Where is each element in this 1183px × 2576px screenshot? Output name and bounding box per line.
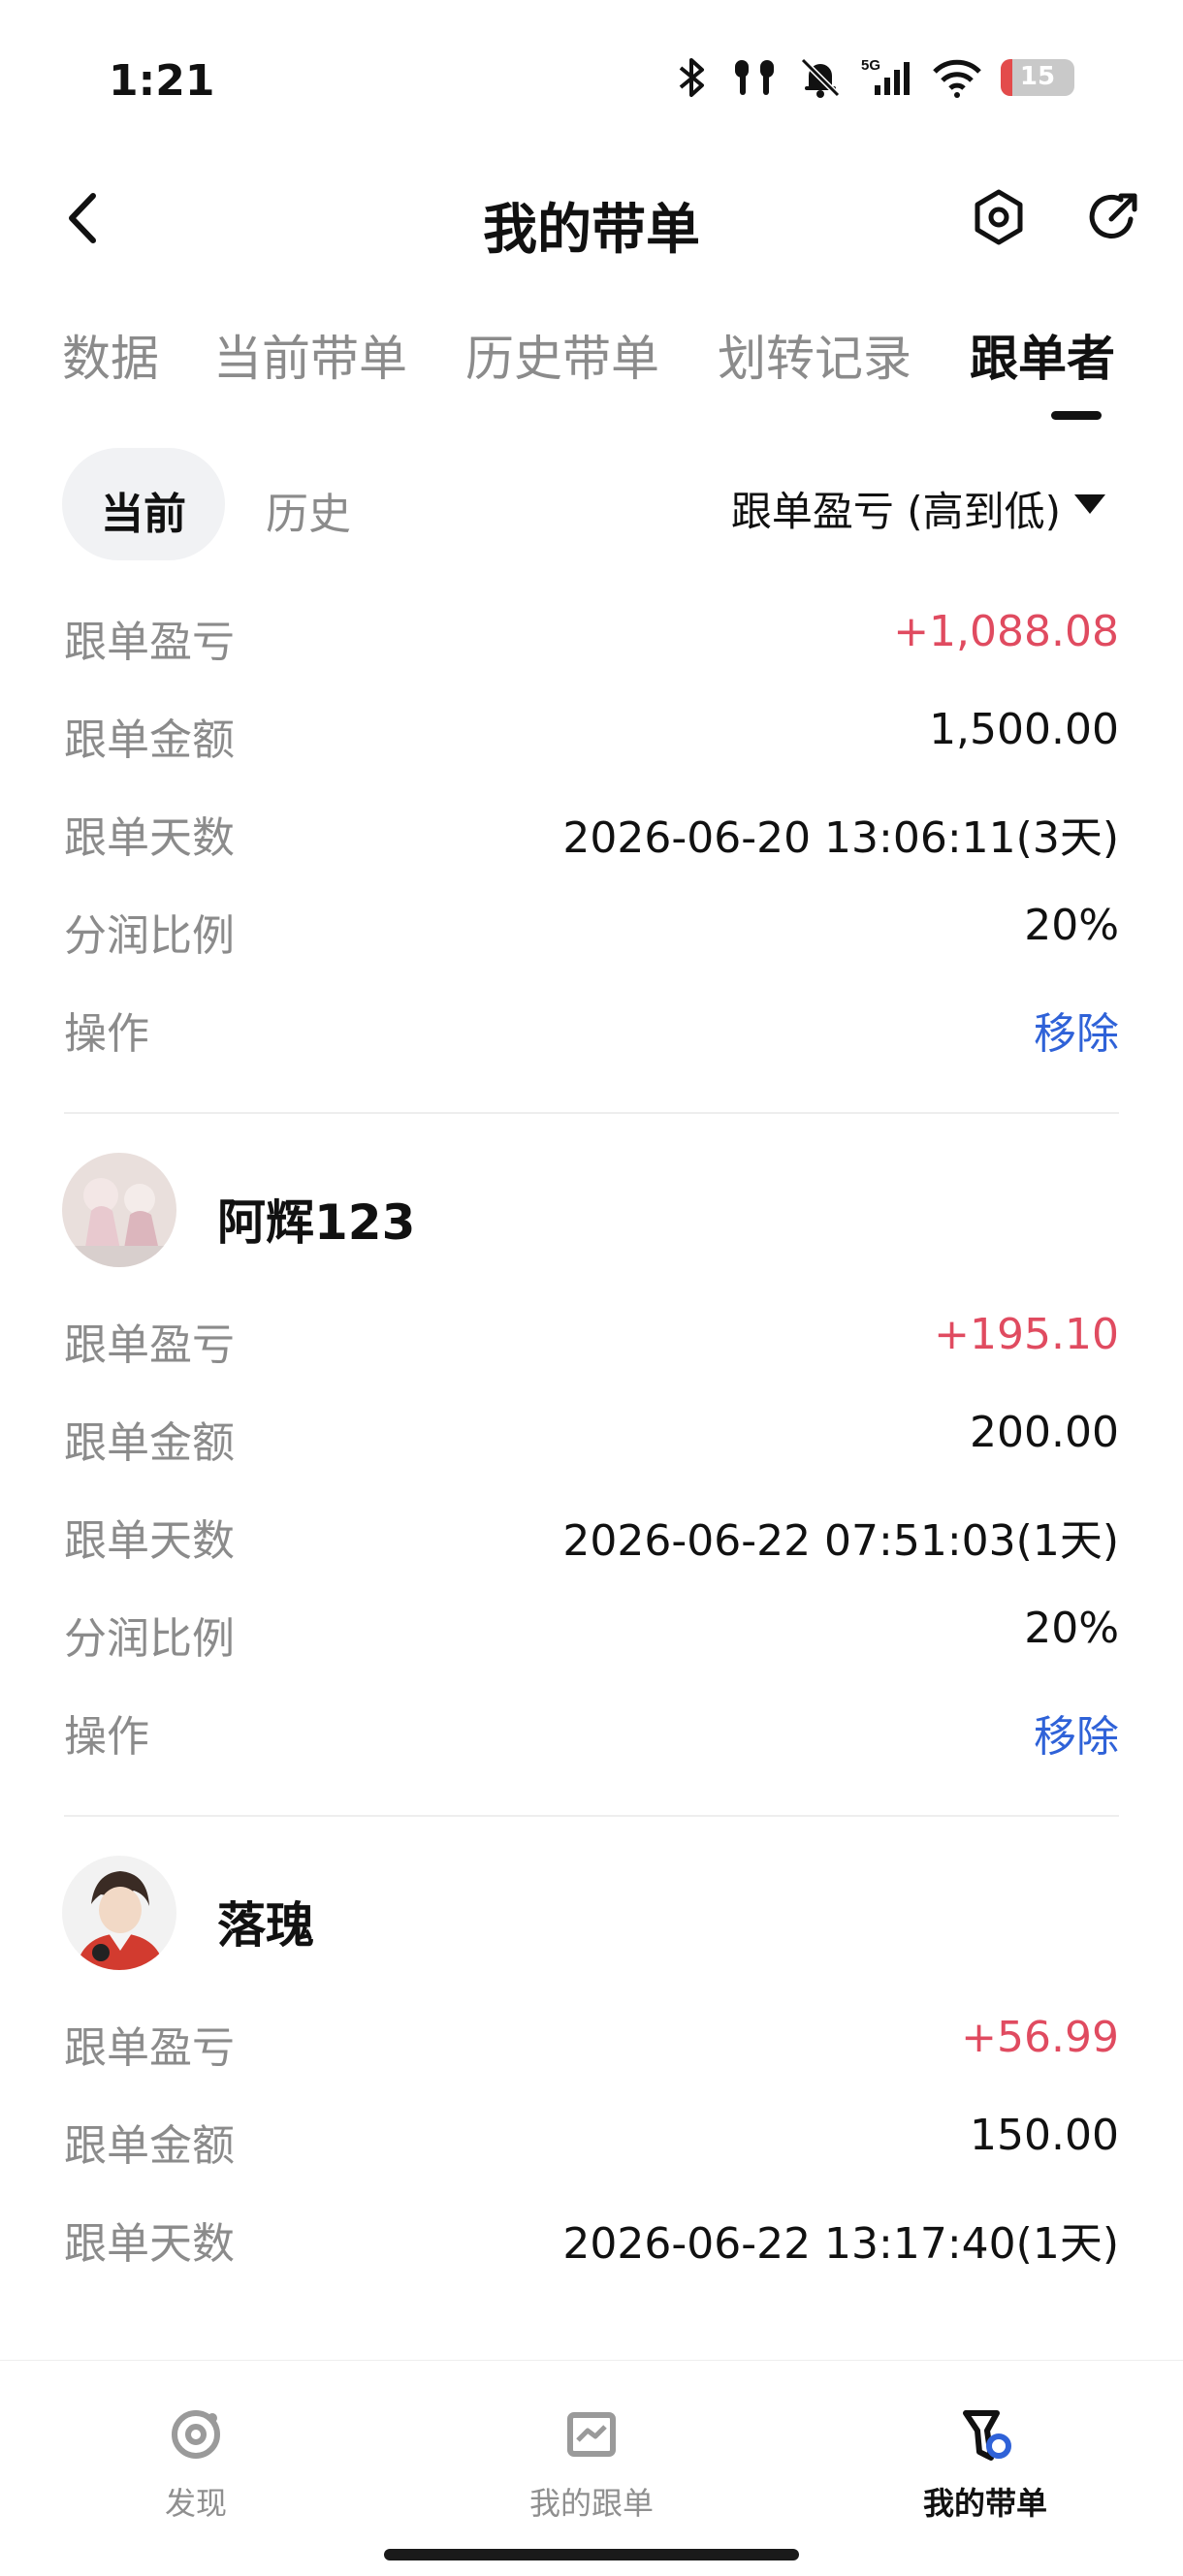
row-days: 跟单天数 2026-06-20 13:06:11(3天) xyxy=(0,779,1183,877)
pnl-value: +1,088.08 xyxy=(893,607,1119,656)
pnl-value: +195.10 xyxy=(934,1310,1119,1359)
nav-my-leading[interactable]: 我的带单 xyxy=(869,2403,1102,2524)
tab-followers[interactable]: 跟单者 xyxy=(970,320,1115,390)
days-value: 2026-06-22 13:17:40(1天) xyxy=(562,2219,1119,2269)
remove-button[interactable]: 移除 xyxy=(1034,999,1119,1061)
status-time: 1:21 xyxy=(109,56,215,106)
row-label: 操作 xyxy=(64,1712,149,1762)
nav-label: 我的带单 xyxy=(922,2485,1047,2522)
row-days: 跟单天数 2026-06-22 07:51:03(1天) xyxy=(0,1482,1183,1580)
row-action: 操作 移除 xyxy=(0,1678,1183,1776)
nav-label: 我的跟单 xyxy=(528,2485,654,2522)
sub-tab-history[interactable]: 历史 xyxy=(266,479,351,541)
signal-5g-icon: 5G xyxy=(861,57,910,95)
earbuds-icon xyxy=(735,60,774,95)
settings-icon[interactable] xyxy=(968,186,1030,248)
row-pnl: 跟单盈亏 +56.99 xyxy=(0,1989,1183,2087)
row-label: 分润比例 xyxy=(64,911,235,961)
tab-transfer-records[interactable]: 划转记录 xyxy=(718,320,911,390)
follower-header: 阿辉123 xyxy=(0,1114,1183,1287)
status-icons: 5G 15 xyxy=(673,56,1074,99)
bottom-nav: 发现 我的跟单 我的带单 xyxy=(0,2360,1183,2576)
row-label: 操作 xyxy=(64,1009,149,1059)
row-label: 跟单金额 xyxy=(64,716,235,765)
nav-label: 发现 xyxy=(164,2485,227,2522)
wifi-icon xyxy=(933,59,981,98)
remove-button[interactable]: 移除 xyxy=(1034,1701,1119,1764)
row-label: 跟单金额 xyxy=(64,2121,235,2171)
tab-data[interactable]: 数据 xyxy=(62,320,159,390)
tab-history-leading[interactable]: 历史带单 xyxy=(465,320,659,390)
row-label: 跟单天数 xyxy=(64,813,235,863)
bluetooth-icon xyxy=(679,58,704,97)
row-label: 跟单天数 xyxy=(64,2219,235,2269)
follower-card: 跟单盈亏 +1,088.08 跟单金额 1,500.00 跟单天数 2026-0… xyxy=(0,564,1183,1114)
mute-bell-icon xyxy=(800,57,841,98)
follower-name: 阿辉123 xyxy=(217,1194,416,1251)
share-ratio-value: 20% xyxy=(1024,901,1119,950)
caret-down-icon[interactable] xyxy=(1074,494,1105,514)
days-value: 2026-06-20 13:06:11(3天) xyxy=(562,813,1119,863)
row-amount: 跟单金额 200.00 xyxy=(0,1384,1183,1482)
row-pnl: 跟单盈亏 +195.10 xyxy=(0,1287,1183,1384)
nav-discover[interactable]: 发现 xyxy=(80,2403,312,2524)
row-label: 跟单金额 xyxy=(64,1418,235,1468)
pnl-value: +56.99 xyxy=(961,2013,1119,2062)
leader-icon xyxy=(963,2410,1011,2461)
tab-current-leading[interactable]: 当前带单 xyxy=(213,320,407,390)
amount-value: 150.00 xyxy=(970,2111,1119,2160)
sort-dropdown[interactable]: 跟单盈亏 (高到低) xyxy=(731,479,1061,538)
row-label: 跟单盈亏 xyxy=(64,2023,235,2073)
avatar xyxy=(62,1153,176,1267)
row-label: 分润比例 xyxy=(64,1614,235,1664)
battery-level: 15 xyxy=(1019,62,1056,91)
header: 我的带单 xyxy=(0,165,1183,271)
sub-tab-current[interactable]: 当前 xyxy=(101,479,186,541)
row-label: 跟单盈亏 xyxy=(64,618,235,667)
status-bar: 1:21 5G 15 xyxy=(0,0,1183,155)
chart-icon xyxy=(567,2412,616,2457)
row-label: 跟单天数 xyxy=(64,1516,235,1566)
share-ratio-value: 20% xyxy=(1024,1604,1119,1653)
amount-value: 1,500.00 xyxy=(929,705,1119,754)
main-tabs: 数据 当前带单 历史带单 划转记录 跟单者 xyxy=(0,310,1183,427)
row-days: 跟单天数 2026-06-22 13:17:40(1天) xyxy=(0,2185,1183,2283)
share-icon[interactable] xyxy=(1082,186,1144,248)
amount-value: 200.00 xyxy=(970,1408,1119,1457)
row-share-ratio: 分润比例 20% xyxy=(0,1580,1183,1678)
follower-name: 落瑰 xyxy=(217,1897,314,1954)
follower-card: 阿辉123 跟单盈亏 +195.10 跟单金额 200.00 跟单天数 2026… xyxy=(0,1114,1183,1817)
row-amount: 跟单金额 1,500.00 xyxy=(0,682,1183,779)
discover-icon xyxy=(172,2410,220,2459)
days-value: 2026-06-22 07:51:03(1天) xyxy=(562,1516,1119,1566)
row-action: 操作 移除 xyxy=(0,975,1183,1073)
sub-tabs: 当前 历史 跟单盈亏 (高到低) xyxy=(0,448,1183,564)
home-indicator xyxy=(384,2549,799,2560)
nav-my-copy[interactable]: 我的跟单 xyxy=(475,2403,708,2524)
battery-icon: 15 xyxy=(1001,59,1074,96)
follower-list: 跟单盈亏 +1,088.08 跟单金额 1,500.00 跟单天数 2026-0… xyxy=(0,564,1183,2360)
row-amount: 跟单金额 150.00 xyxy=(0,2087,1183,2185)
active-tab-indicator xyxy=(1051,411,1102,420)
network-label: 5G xyxy=(861,57,880,74)
follower-card: 落瑰 跟单盈亏 +56.99 跟单金额 150.00 跟单天数 2026-06-… xyxy=(0,1817,1183,2283)
row-label: 跟单盈亏 xyxy=(64,1320,235,1370)
row-pnl: 跟单盈亏 +1,088.08 xyxy=(0,584,1183,682)
follower-header: 落瑰 xyxy=(0,1817,1183,1989)
row-share-ratio: 分润比例 20% xyxy=(0,877,1183,975)
avatar xyxy=(62,1856,176,1970)
